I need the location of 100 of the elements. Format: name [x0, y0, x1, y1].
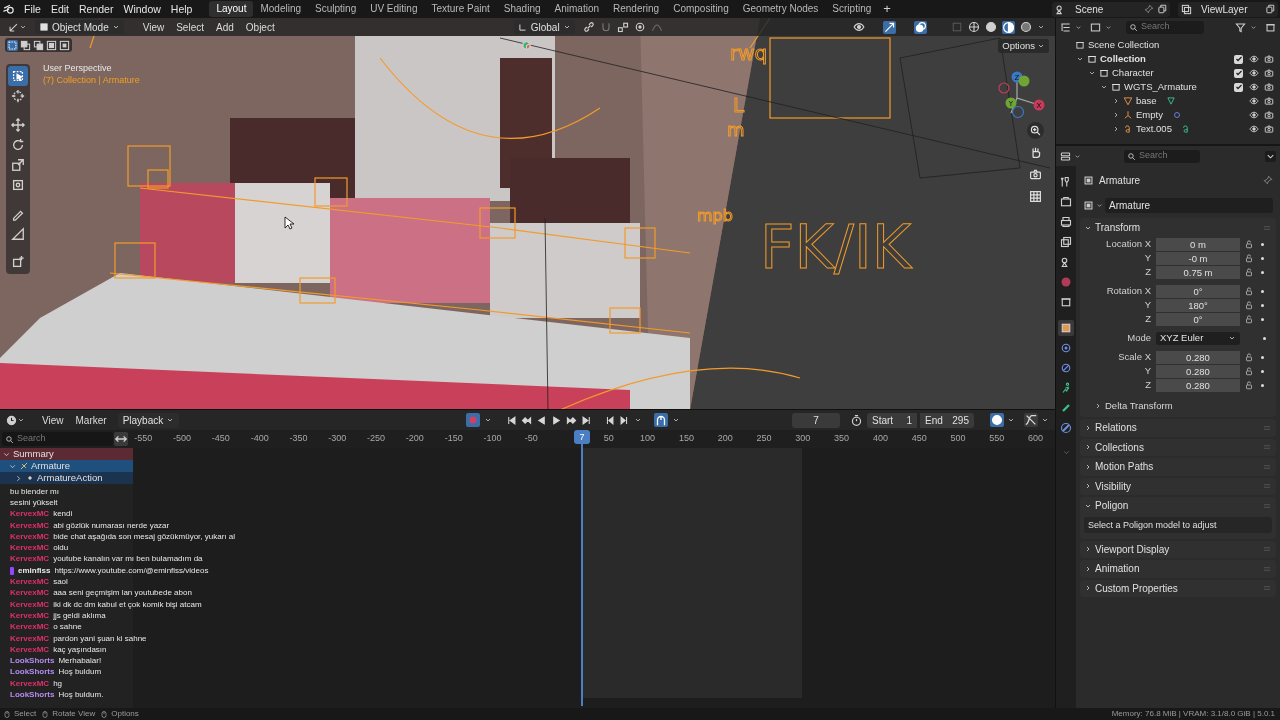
- workspace-tab[interactable]: Animation: [547, 1, 606, 17]
- panel-header[interactable]: Visibility: [1080, 477, 1276, 495]
- orientation-icon[interactable]: [517, 22, 528, 32]
- chevron-icon[interactable]: [1112, 97, 1120, 105]
- wireframe-shading-icon[interactable]: [968, 21, 980, 33]
- workspace-tab[interactable]: Scripting: [825, 1, 879, 17]
- view-layer-selector[interactable]: ViewLayer: [1178, 1, 1278, 17]
- lock-icon[interactable]: [1244, 352, 1254, 362]
- copy-icon[interactable]: [1265, 4, 1275, 14]
- menu-item[interactable]: Window: [118, 1, 166, 17]
- number-field[interactable]: 0°: [1156, 312, 1240, 326]
- properties-icon[interactable]: [1060, 150, 1071, 162]
- end-frame-field[interactable]: End 295: [920, 412, 974, 428]
- menu-item[interactable]: Edit: [45, 1, 74, 17]
- chevron-icon[interactable]: [1076, 55, 1084, 63]
- lock-icon[interactable]: [1244, 253, 1254, 263]
- jump-end-icon[interactable]: [581, 414, 593, 426]
- caret-icon[interactable]: [1096, 201, 1103, 209]
- outliner-row[interactable]: base: [1056, 94, 1280, 108]
- chevron-icon[interactable]: [1084, 545, 1092, 554]
- add-workspace-button[interactable]: +: [878, 1, 896, 17]
- play-reverse-icon[interactable]: [536, 414, 548, 426]
- select-invert-icon[interactable]: [46, 39, 57, 51]
- step-back-icon[interactable]: [604, 414, 616, 426]
- jump-start-icon[interactable]: [506, 414, 518, 426]
- chevron-icon[interactable]: [1084, 462, 1092, 471]
- new-collection-icon[interactable]: [1265, 21, 1276, 33]
- gizmo-toggle-icon[interactable]: [883, 20, 896, 34]
- select-intersect-icon[interactable]: [59, 39, 70, 51]
- outliner-row[interactable]: Text.005: [1056, 122, 1280, 136]
- channel-row[interactable]: Armature: [0, 460, 133, 472]
- subpanel-header[interactable]: Delta Transform: [1080, 397, 1276, 415]
- chevron-icon[interactable]: [1112, 125, 1120, 133]
- display-mode-icon[interactable]: [1090, 21, 1101, 33]
- workspace-tab[interactable]: UV Editing: [363, 1, 425, 17]
- outliner-row[interactable]: Scene Collection: [1056, 38, 1280, 52]
- exclude-checkbox[interactable]: [1234, 82, 1243, 92]
- lock-icon[interactable]: [1244, 366, 1254, 376]
- select-subtract-icon[interactable]: [33, 39, 44, 51]
- panel-header[interactable]: Poligon: [1080, 497, 1276, 515]
- caret-icon[interactable]: [111, 23, 120, 31]
- caret-icon[interactable]: [1037, 23, 1045, 31]
- caret-icon[interactable]: [1265, 150, 1276, 162]
- render-visibility-icon[interactable]: [1264, 96, 1274, 106]
- fcurve-icon[interactable]: [1024, 413, 1038, 427]
- object-icon[interactable]: [1058, 320, 1074, 336]
- magnet-icon[interactable]: [599, 21, 612, 33]
- visibility-icon[interactable]: [1249, 54, 1259, 64]
- link-icon[interactable]: [582, 21, 595, 33]
- caret-icon[interactable]: [166, 416, 175, 424]
- playback-sync-icon[interactable]: [990, 413, 1004, 427]
- object-name-field[interactable]: Armature: [1105, 197, 1273, 213]
- outliner-search-field[interactable]: Search: [1126, 20, 1204, 34]
- workspace-tab[interactable]: Rendering: [606, 1, 667, 17]
- orientation-dropdown[interactable]: Global: [513, 20, 575, 34]
- channel-row[interactable]: ArmatureAction: [0, 472, 133, 484]
- channel-row[interactable]: Summary: [0, 448, 133, 460]
- visibility-icon[interactable]: [1249, 68, 1259, 78]
- number-field[interactable]: 0.280: [1156, 364, 1240, 378]
- menu-item[interactable]: Object: [240, 19, 280, 35]
- grid-icon[interactable]: [1027, 188, 1044, 205]
- panel-header[interactable]: Transform: [1080, 218, 1276, 237]
- chevron-icon[interactable]: [1084, 584, 1092, 593]
- render-visibility-icon[interactable]: [1264, 124, 1274, 134]
- chevron-icon[interactable]: [1112, 111, 1120, 119]
- number-field[interactable]: 0 m: [1156, 237, 1240, 251]
- select-new-icon[interactable]: [7, 39, 18, 51]
- visibility-icon[interactable]: [853, 21, 865, 33]
- keying-set-icon[interactable]: [654, 413, 669, 427]
- number-field[interactable]: 180°: [1156, 298, 1240, 312]
- caret-icon[interactable]: [672, 416, 681, 424]
- chevron-icon[interactable]: [1088, 69, 1096, 77]
- caret-icon[interactable]: [562, 23, 571, 31]
- render-visibility-icon[interactable]: [1264, 68, 1274, 78]
- caret-icon[interactable]: [1228, 334, 1236, 342]
- menu-item[interactable]: Marker: [70, 412, 112, 428]
- caret-icon[interactable]: [1105, 23, 1112, 31]
- caret-icon[interactable]: [17, 416, 25, 424]
- material-shading-icon[interactable]: [1002, 20, 1015, 34]
- swap-icon[interactable]: [113, 432, 128, 446]
- number-field[interactable]: 0.280: [1156, 378, 1240, 392]
- panel-header[interactable]: Relations: [1080, 419, 1276, 437]
- next-keyframe-icon[interactable]: [566, 414, 578, 426]
- bone-constraint-icon[interactable]: [1058, 420, 1074, 436]
- printer-icon[interactable]: [1058, 214, 1074, 230]
- caret-icon[interactable]: [634, 416, 643, 424]
- copy-icon[interactable]: [1157, 4, 1167, 14]
- blender-logo-icon[interactable]: [3, 2, 16, 16]
- image-stack-icon[interactable]: [1058, 234, 1074, 250]
- visibility-icon[interactable]: [1249, 124, 1259, 134]
- axes-icon[interactable]: [8, 21, 19, 33]
- caret-icon[interactable]: [1074, 152, 1081, 160]
- clock-icon[interactable]: [6, 414, 17, 426]
- mode-dropdown[interactable]: Object Mode: [35, 20, 124, 34]
- workspace-tab[interactable]: Compositing: [666, 1, 736, 17]
- snap-icon[interactable]: [616, 21, 629, 33]
- caret-icon[interactable]: [1041, 416, 1049, 424]
- caret-icon[interactable]: [1075, 23, 1082, 31]
- move-icon[interactable]: [8, 115, 28, 135]
- playhead[interactable]: 7: [573, 430, 591, 706]
